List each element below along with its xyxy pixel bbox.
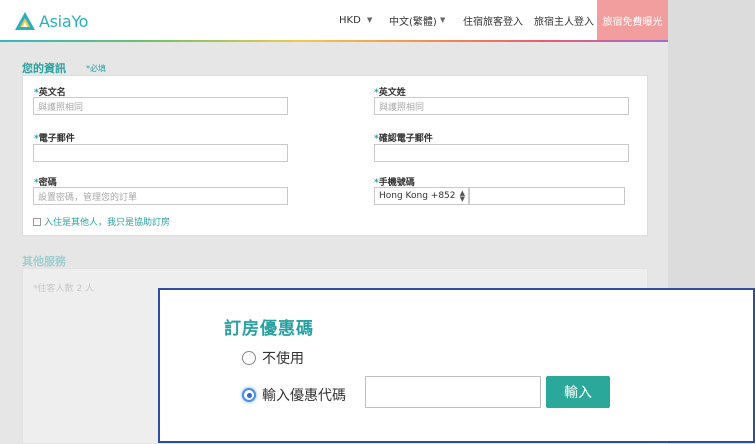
logo-text: AsiaYo [39,11,89,31]
select-arrows-icon: ▲ ▼ [459,189,465,203]
coupon-none-label: 不使用 [262,351,304,367]
coupon-enter-radio[interactable] [242,388,256,402]
host-login-link[interactable]: 旅宿主人登入 [534,0,594,40]
other-services-title: 其他服務 [22,255,66,268]
guest-count-text: *住客人數 2 人 [33,284,94,294]
phone-input[interactable] [469,187,625,205]
last-name-input[interactable]: 與護照相同 [374,97,629,115]
confirm-email-input[interactable] [374,144,629,162]
coupon-enter-label: 輸入優惠代碼 [262,388,346,404]
host-free-listing-button[interactable]: 旅宿免費曝光 [597,0,668,40]
guest-login-link[interactable]: 住宿旅客登入 [463,0,523,40]
coupon-option-none[interactable]: 不使用 [242,348,304,368]
email-label: *電子郵件 [34,134,75,144]
coupon-option-enter[interactable]: 輸入優惠代碼 [242,385,346,405]
coupon-title: 訂房優惠碼 [224,319,314,339]
language-selector[interactable]: 中文(繁體) [389,0,437,40]
book-for-others-label: 入住是其他人，我只是協助訂房 [44,218,171,228]
password-input[interactable]: 設置密碼，管理您的訂單 [33,187,288,205]
language-caret-icon: ▼ [440,16,446,24]
header-rainbow-divider [0,40,668,42]
logo[interactable]: AsiaYo [14,11,88,31]
country-code-value: Hong Kong +852 [379,191,456,201]
confirm-email-label: *確認電子郵件 [374,134,433,144]
email-input[interactable] [33,144,288,162]
coupon-none-radio[interactable] [242,351,256,365]
top-header: AsiaYo HKD ▼ 中文(繁體) ▼ 住宿旅客登入 旅宿主人登入 [0,0,668,41]
book-for-others-checkbox[interactable] [33,217,41,226]
coupon-panel: 訂房優惠碼 不使用 輸入優惠代碼 輸入 [158,288,755,443]
required-note: *必填 [86,64,106,73]
first-name-input[interactable]: 與護照相同 [33,97,288,115]
coupon-submit-button[interactable]: 輸入 [546,376,610,408]
currency-caret-icon: ▼ [367,16,373,24]
coupon-code-input[interactable] [365,376,541,408]
currency-selector[interactable]: HKD [339,0,361,40]
your-info-title: 您的資訊 [22,62,66,75]
asiayo-logo-icon [14,11,36,31]
book-for-others-row[interactable]: 入住是其他人，我只是協助訂房 [33,215,170,228]
country-code-select[interactable]: Hong Kong +852 ▲ ▼ [374,187,469,205]
